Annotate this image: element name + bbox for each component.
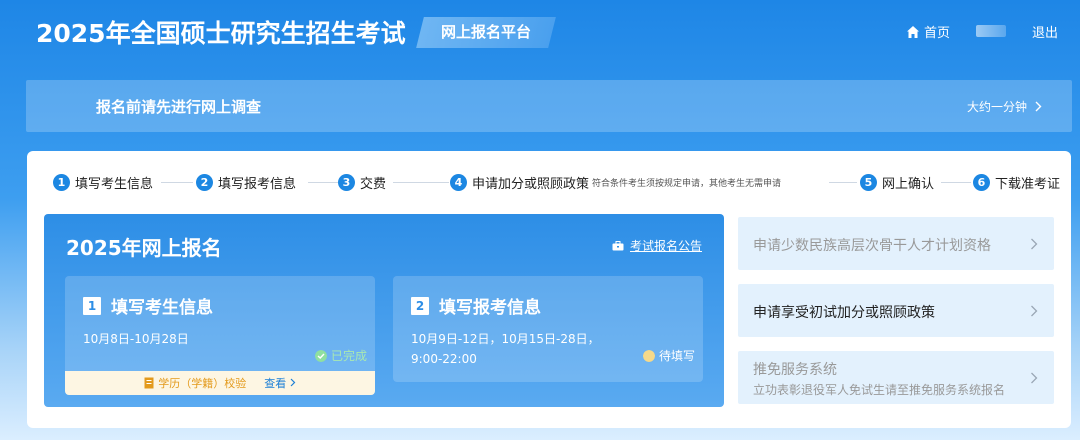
step-2[interactable]: 2 填写报考信息: [196, 173, 296, 192]
step-number: 1: [53, 174, 70, 191]
step-label: 申请加分或照顾政策: [472, 177, 590, 192]
step-4[interactable]: 4 申请加分或照顾政策 符合条件考生须按规定申请，其他考生无需申请: [450, 173, 781, 192]
card-date: 10月8日-10月28日: [83, 332, 189, 346]
verify-view-label: 查看: [264, 377, 287, 390]
status-badge: 已完成: [314, 347, 367, 364]
fill-candidate-info-card[interactable]: 1 填写考生信息 10月8日-10月28日 已完成 学历（学籍）校验 查看: [65, 276, 375, 395]
platform-label: 网上报名平台: [440, 23, 531, 41]
chevron-right-icon: [1031, 372, 1038, 384]
registration-panel: 2025年网上报名 考试报名公告 1 填写考生信息 10月8日-10月28日 已…: [44, 214, 724, 407]
status-text: 已完成: [330, 349, 367, 363]
chevron-right-icon: [290, 378, 296, 387]
step-label: 填写考生信息: [75, 177, 154, 192]
top-header: 2025年全国硕士研究生招生考试 网上报名平台 首页 退出: [0, 0, 1080, 64]
step-connector: [393, 182, 449, 183]
verify-text: 学历（学籍）校验: [158, 377, 247, 390]
card-title: 填写考生信息: [111, 298, 213, 318]
step-label: 填写报考信息: [218, 177, 297, 192]
survey-text: 报名前请先进行网上调查: [96, 98, 262, 116]
step-5[interactable]: 5 网上确认: [860, 173, 934, 192]
survey-time-label: 大约一分钟: [966, 100, 1027, 114]
card-title: 填写报考信息: [439, 298, 541, 318]
education-verify-strip: 学历（学籍）校验 查看: [65, 371, 375, 395]
card-header: 1 填写考生信息: [83, 293, 213, 318]
card-header: 2 填写报考信息: [411, 293, 541, 318]
step-label: 下载准考证: [995, 177, 1061, 192]
chevron-right-icon: [1031, 305, 1038, 317]
home-link[interactable]: 首页: [906, 22, 950, 41]
side-label: 推免服务系统: [753, 362, 837, 378]
platform-badge: 网上报名平台: [416, 17, 556, 48]
site-title: 2025年全国硕士研究生招生考试: [36, 19, 406, 48]
card-number: 2: [411, 296, 429, 315]
bonus-policy-link[interactable]: 申请享受初试加分或照顾政策: [738, 284, 1054, 337]
home-label: 首页: [924, 26, 951, 41]
step-connector: [941, 182, 971, 183]
step-6[interactable]: 6 下载准考证: [973, 173, 1060, 192]
main-card: 1 填写考生信息 2 填写报考信息 3 交费 4 申请加分或照顾政策 符合条件考…: [27, 151, 1071, 428]
step-note: 符合条件考生须按规定申请，其他考生无需申请: [592, 179, 782, 189]
survey-duration[interactable]: 大约一分钟: [967, 98, 1042, 115]
status-badge: 待填写: [642, 347, 695, 364]
step-connector: [829, 182, 857, 183]
step-number: 5: [860, 174, 877, 191]
document-icon: [144, 377, 154, 389]
status-text: 待填写: [658, 349, 695, 363]
minority-talent-plan-link[interactable]: 申请少数民族高层次骨干人才计划资格: [738, 217, 1054, 270]
side-label: 申请享受初试加分或照顾政策: [753, 305, 935, 321]
logout-link[interactable]: 退出: [1032, 22, 1058, 41]
step-label: 交费: [360, 177, 387, 192]
step-connector: [161, 182, 193, 183]
card-date-line: 10月9日-12日，10月15日-28日，: [411, 332, 600, 346]
card-date: 10月9日-12日，10月15日-28日， 9:00-22:00: [411, 329, 600, 369]
registration-title: 2025年网上报名: [66, 236, 222, 260]
pending-icon: [642, 349, 655, 362]
chevron-right-icon: [1031, 238, 1038, 250]
survey-banner[interactable]: 报名前请先进行网上调查 大约一分钟: [26, 80, 1072, 132]
check-circle-icon: [314, 349, 327, 362]
verify-view-link[interactable]: 查看: [264, 375, 296, 391]
card-number: 1: [83, 296, 101, 315]
briefcase-icon: [612, 240, 624, 250]
step-indicator: 1 填写考生信息 2 填写报考信息 3 交费 4 申请加分或照顾政策 符合条件考…: [53, 173, 1060, 193]
side-sublabel: 立功表彰退役军人免试生请至推免服务系统报名: [753, 383, 1006, 397]
step-connector: [308, 182, 338, 183]
step-3[interactable]: 3 交费: [338, 173, 386, 192]
chevron-right-icon: [1035, 101, 1042, 112]
step-label: 网上确认: [882, 177, 935, 192]
step-number: 2: [196, 174, 213, 191]
user-name-redacted[interactable]: [976, 25, 1006, 37]
step-1[interactable]: 1 填写考生信息: [53, 173, 153, 192]
side-label: 申请少数民族高层次骨干人才计划资格: [753, 238, 991, 254]
step-number: 6: [973, 174, 990, 191]
step-number: 3: [338, 174, 355, 191]
notice-label: 考试报名公告: [629, 239, 702, 253]
notice-link[interactable]: 考试报名公告: [612, 237, 702, 254]
recommendation-system-link[interactable]: 推免服务系统 立功表彰退役军人免试生请至推免服务系统报名: [738, 351, 1054, 404]
card-time-line: 9:00-22:00: [411, 352, 477, 366]
home-icon: [907, 25, 919, 38]
fill-application-info-card[interactable]: 2 填写报考信息 10月9日-12日，10月15日-28日， 9:00-22:0…: [393, 276, 703, 382]
step-number: 4: [450, 174, 467, 191]
